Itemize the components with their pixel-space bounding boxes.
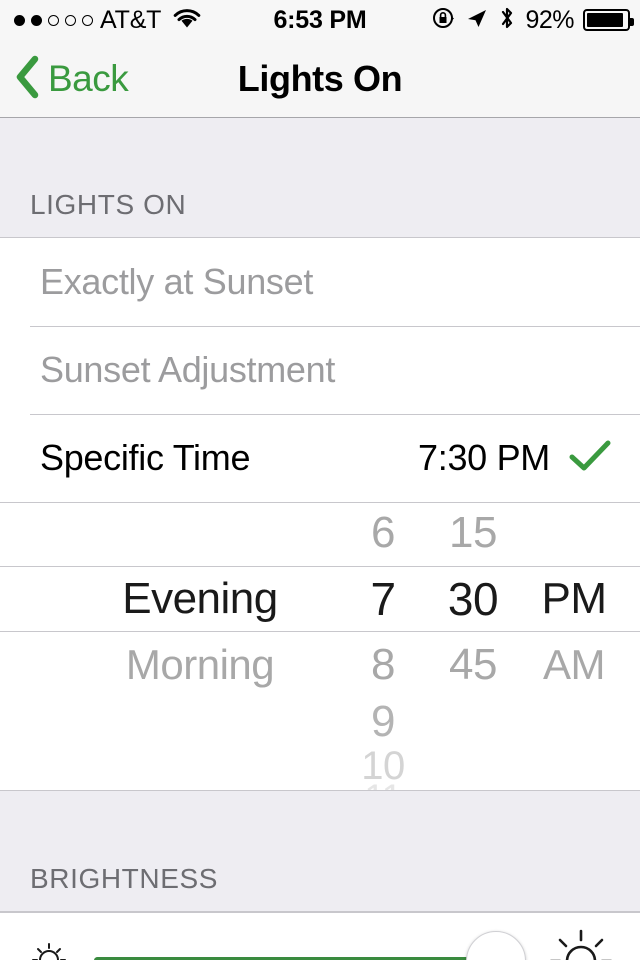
location-arrow-icon [465,6,489,35]
picker-item-minute-below[interactable]: 45 [420,632,526,698]
row-label: Specific Time [40,437,251,478]
status-bar-right: 92% [432,5,634,36]
battery-icon [583,9,634,31]
picker-item-minute-above[interactable]: 15 [420,503,526,566]
sun-large-icon [548,925,614,960]
status-bar: AT&T 6:53 PM 92% [0,0,640,40]
sun-small-icon [26,935,72,960]
section-header-lights-on: LIGHTS ON [30,189,187,220]
row-sunset-adjustment[interactable]: Sunset Adjustment [0,326,640,414]
brightness-slider[interactable] [94,930,526,960]
picker-item-ampm-below[interactable]: AM [512,632,636,698]
brightness-slider-row [0,912,640,960]
picker-item-ampm-selected[interactable]: PM [512,566,636,632]
picker-item-period-selected[interactable]: Evening [60,566,340,632]
rotation-lock-icon [432,6,456,35]
row-exactly-at-sunset[interactable]: Exactly at Sunset [0,238,640,326]
lights-on-group: Exactly at Sunset Sunset Adjustment Spec… [0,237,640,791]
section-header-brightness: BRIGHTNESS [30,863,219,894]
slider-thumb[interactable] [465,930,526,960]
picker-column-ampm[interactable]: PM AM [512,503,636,790]
row-label: Exactly at Sunset [40,261,314,302]
row-specific-time[interactable]: Specific Time 7:30 PM [0,414,640,502]
row-accessory: 7:30 PM [418,437,612,479]
bluetooth-icon [498,5,516,36]
checkmark-icon [568,438,612,479]
specific-time-value: 7:30 PM [418,437,550,478]
picker-column-minute[interactable]: 15 30 45 [420,503,526,790]
picker-item-period-below[interactable]: Morning [60,632,340,698]
settings-content: LIGHTS ON Exactly at Sunset Sunset Adjus… [0,119,640,960]
row-label: Sunset Adjustment [40,349,336,390]
navigation-bar: Back Lights On [0,40,640,118]
brightness-group [0,911,640,960]
page-title: Lights On [237,58,403,99]
time-picker[interactable]: Evening Morning 6 7 8 9 10 11 15 30 45 [0,502,640,790]
picker-column-period[interactable]: Evening Morning [60,503,340,790]
phone-screen: AT&T 6:53 PM 92% Back Lights On LIGHTS O… [0,0,640,960]
picker-item-minute-selected[interactable]: 30 [420,566,526,632]
battery-percent-label: 92% [525,5,574,34]
